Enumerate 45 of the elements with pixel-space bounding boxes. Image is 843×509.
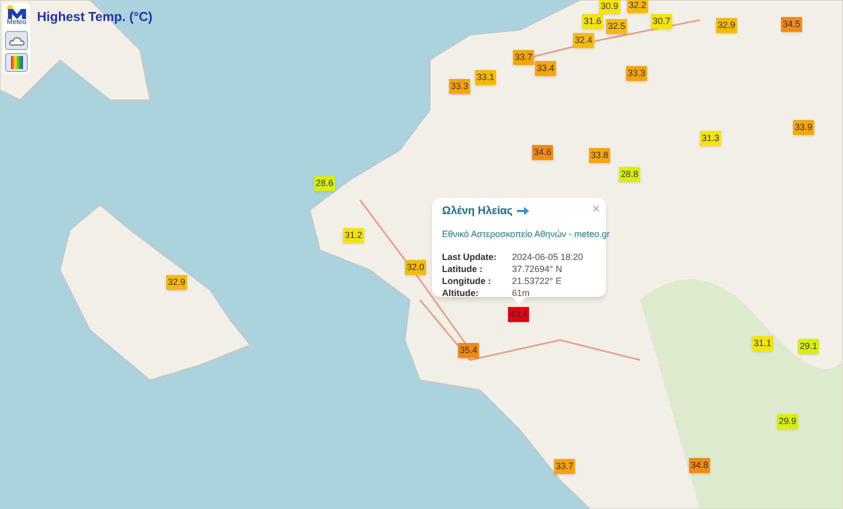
field-label: Altitude:: [442, 286, 480, 298]
temperature-marker[interactable]: 31.3: [700, 131, 721, 146]
temperature-marker[interactable]: 32.5: [606, 19, 627, 34]
temperature-marker[interactable]: 32.2: [627, 0, 648, 13]
temperature-marker[interactable]: 34.6: [532, 145, 553, 160]
temperature-marker[interactable]: 33.4: [535, 61, 556, 76]
temperature-marker[interactable]: 32.9: [716, 18, 737, 33]
temperature-marker[interactable]: 33.3: [626, 66, 647, 81]
temperature-marker[interactable]: 28.8: [619, 167, 640, 182]
temperature-marker[interactable]: 33.1: [475, 70, 496, 85]
temperature-marker[interactable]: 30.9: [599, 0, 620, 14]
field-label: Last Update:: [442, 250, 498, 262]
field-label: Longitude :: [442, 274, 492, 286]
temperature-marker[interactable]: 32.9: [166, 275, 187, 290]
field-value: 37.72694° N: [512, 262, 564, 274]
temperature-marker[interactable]: 32.4: [573, 33, 594, 48]
arrow-icon: [516, 207, 529, 216]
temperature-marker[interactable]: 28.6: [314, 176, 335, 191]
temperature-marker[interactable]: 29.1: [798, 339, 819, 354]
map-control-button[interactable]: [5, 53, 28, 72]
logo-icon: [6, 5, 28, 19]
temperature-marker[interactable]: 33.9: [793, 120, 814, 135]
temperature-marker[interactable]: 30.7: [651, 14, 672, 29]
temperature-marker[interactable]: 34.5: [781, 17, 802, 32]
map-control-button[interactable]: [5, 31, 28, 50]
field-value: 2024-06-05 18:20: [512, 250, 584, 262]
map-title: Highest Temp. (°C): [37, 8, 152, 26]
station-name: Ωλένη Ηλείας: [442, 204, 513, 219]
field-value: 21.53722° E: [512, 274, 563, 286]
temperature-marker[interactable]: 33.7: [513, 50, 534, 65]
temperature-marker[interactable]: 34.8: [689, 458, 710, 473]
temperature-marker[interactable]: 35.4: [458, 343, 479, 358]
cloud-icon: [8, 36, 24, 46]
temperature-marker[interactable]: 33.8: [589, 148, 610, 163]
temperature-marker[interactable]: 31.1: [752, 336, 773, 351]
color-scale-icon: [10, 56, 22, 69]
temperature-marker[interactable]: 31.2: [343, 228, 364, 243]
temperature-marker[interactable]: 31.6: [582, 14, 603, 29]
temperature-marker[interactable]: 33.7: [554, 459, 575, 474]
field-label: Latitude :: [442, 262, 484, 274]
source-link[interactable]: Εθνικό Αστεροσκοπείο Αθηνών - meteo.gr: [442, 226, 610, 240]
temperature-marker[interactable]: 29.9: [777, 414, 798, 429]
field-value: 61m: [512, 286, 531, 298]
temperature-marker[interactable]: 32.0: [405, 260, 426, 275]
temperature-marker[interactable]: 33.3: [449, 79, 470, 94]
